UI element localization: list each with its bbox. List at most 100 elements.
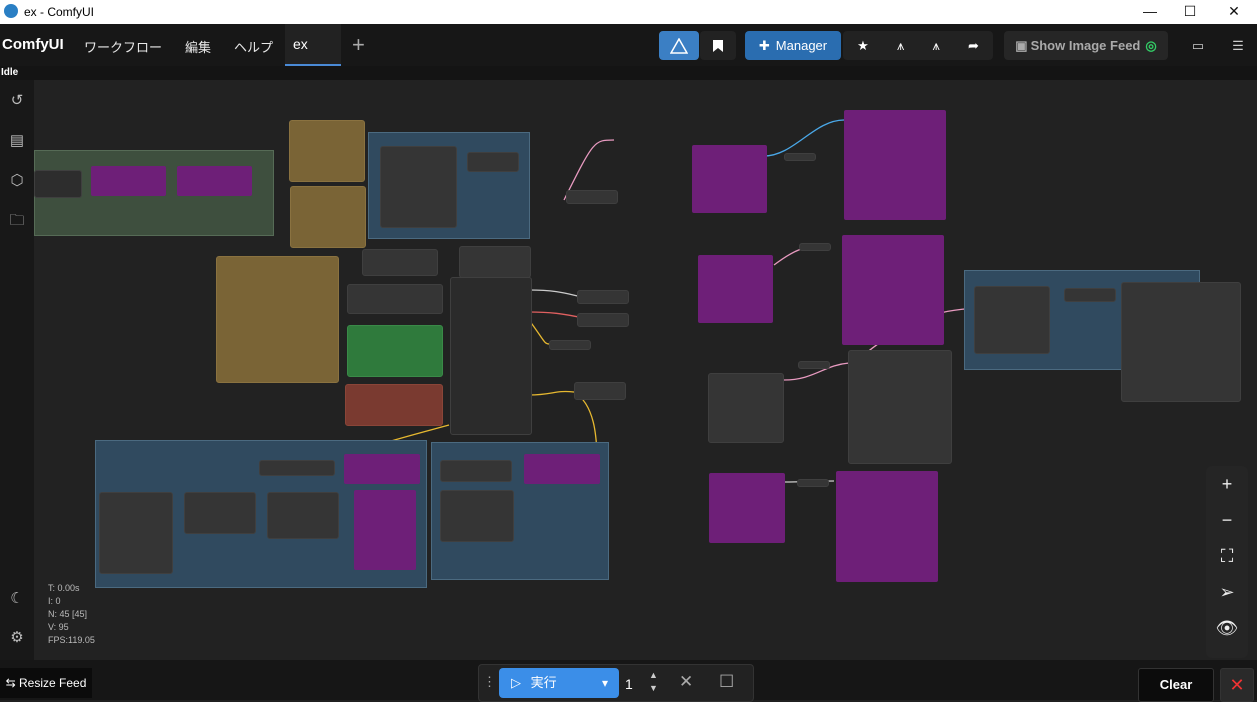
queue-count-input[interactable]: 1 [625, 676, 633, 692]
node-purple[interactable] [692, 145, 767, 213]
node[interactable] [797, 479, 829, 487]
maximize-button[interactable]: ☐ [1170, 0, 1210, 24]
bottom-bar: ⇆ Resize Feed ⋮ ▷ 実行 ▾ 1 ▲ ▼ ✕ ☐ Clear ✕ [0, 660, 1257, 702]
clear-button[interactable]: Clear [1138, 668, 1214, 702]
node[interactable] [1064, 288, 1116, 302]
add-tab-button[interactable]: + [352, 32, 365, 58]
node[interactable] [440, 460, 512, 482]
node-purple[interactable] [354, 490, 416, 570]
node[interactable] [267, 492, 339, 539]
workspace-icon-button[interactable] [659, 31, 699, 60]
menu-help[interactable]: ヘルプ [234, 37, 273, 56]
node-green[interactable] [347, 325, 443, 377]
menu-icon: ☰ [1232, 37, 1244, 53]
star-icon[interactable]: ★ [857, 38, 869, 54]
node[interactable] [1121, 282, 1241, 402]
node[interactable] [440, 490, 514, 542]
folder-icon[interactable]: 🗀 [5, 209, 29, 233]
run-options-dropdown[interactable]: ▾ [591, 668, 619, 698]
stat-vertices: V: 95 [48, 622, 69, 632]
cancel-icon[interactable]: ✕ [679, 672, 693, 692]
run-button[interactable]: ▷ 実行 [499, 668, 591, 698]
hamburger-menu-button[interactable]: ☰ [1224, 31, 1252, 60]
node[interactable] [577, 290, 629, 304]
node-purple[interactable] [709, 473, 785, 543]
node[interactable] [34, 170, 82, 198]
node[interactable] [259, 460, 335, 476]
menu-edit[interactable]: 編集 [185, 37, 211, 56]
bookmark-icon [713, 39, 723, 52]
stop-icon[interactable]: ☐ [719, 672, 734, 692]
node[interactable] [574, 382, 626, 400]
resize-icon: ⇆ [5, 676, 16, 690]
node[interactable] [566, 190, 618, 204]
share-arrow-icon[interactable]: ➦ [968, 38, 979, 54]
graph-canvas[interactable]: T: 0.00s I: 0 N: 45 [45] V: 95 FPS:119.0… [34, 80, 1257, 660]
image-feed-icon: ▣ [1015, 37, 1028, 53]
show-image-feed-button[interactable]: ▣ Show Image Feed ◎ [1004, 31, 1168, 60]
zoom-out-button[interactable]: − [1206, 502, 1248, 538]
stat-nodes: N: 45 [45] [48, 609, 88, 619]
node[interactable] [467, 152, 519, 172]
run-label: 実行 [530, 675, 557, 690]
stat-iterations: I: 0 [48, 596, 61, 606]
node[interactable] [459, 246, 531, 278]
bottom-panel-toggle[interactable]: ▭ [1184, 31, 1212, 60]
node-purple[interactable] [344, 454, 420, 484]
queue-stepper[interactable]: ▲ ▼ [649, 669, 658, 695]
minimize-button[interactable]: — [1130, 0, 1170, 24]
history-icon[interactable]: ↺ [5, 89, 29, 113]
close-window-button[interactable]: ✕ [1214, 0, 1254, 24]
comfyui-logo-icon [4, 4, 18, 18]
node[interactable] [708, 373, 784, 443]
manager-button[interactable]: ✚ Manager [745, 31, 841, 60]
resize-feed-button[interactable]: ⇆ Resize Feed [0, 668, 92, 698]
close-icon: ✕ [1229, 675, 1245, 695]
puzzle-icon: ✚ [758, 37, 770, 53]
chevron-up-icon[interactable]: ▲ [649, 669, 658, 682]
node[interactable] [784, 153, 816, 161]
model-cube-icon[interactable]: ⬡ [5, 169, 29, 193]
node[interactable] [184, 492, 256, 534]
node-purple[interactable] [842, 235, 944, 345]
node[interactable] [577, 313, 629, 327]
close-feed-button[interactable]: ✕ [1220, 668, 1254, 702]
bookmark-button[interactable] [700, 31, 736, 60]
node-purple[interactable] [844, 110, 946, 220]
theme-moon-icon[interactable]: ☾ [5, 587, 29, 611]
menu-workflow[interactable]: ワークフロー [84, 37, 162, 56]
chevron-down-icon[interactable]: ▼ [649, 682, 658, 695]
node[interactable] [99, 492, 173, 574]
fit-view-button[interactable]: ⛶ [1206, 538, 1248, 574]
node-purple[interactable] [698, 255, 773, 323]
node[interactable] [549, 340, 591, 350]
toggle-links-button[interactable]: 👁 [1206, 610, 1248, 646]
node-purple[interactable] [91, 166, 166, 196]
drag-handle-icon[interactable]: ⋮ [483, 674, 496, 690]
stat-time: T: 0.00s [48, 583, 80, 593]
node[interactable] [362, 249, 438, 276]
node-large[interactable] [450, 277, 532, 435]
manager-label: Manager [775, 38, 828, 53]
tab-ex[interactable]: ex [285, 24, 341, 66]
node[interactable] [347, 284, 443, 314]
queue-list-icon[interactable]: ▤ [5, 129, 29, 153]
node-purple[interactable] [524, 454, 600, 484]
feed-status-icon: ◎ [1145, 37, 1157, 53]
node[interactable] [974, 286, 1050, 354]
node[interactable] [799, 243, 831, 251]
note-node[interactable] [289, 120, 365, 182]
workflow-branch-icon[interactable]: ⩚ [897, 38, 904, 54]
node-purple[interactable] [836, 471, 938, 582]
node[interactable] [848, 350, 952, 464]
node[interactable] [380, 146, 457, 228]
settings-gear-icon[interactable]: ⚙ [5, 626, 29, 650]
zoom-in-button[interactable]: + [1206, 466, 1248, 502]
note-node[interactable] [216, 256, 339, 383]
select-mode-button[interactable]: ➢ [1206, 574, 1248, 610]
node-purple[interactable] [177, 166, 252, 196]
node[interactable] [798, 361, 830, 369]
note-node[interactable] [290, 186, 366, 248]
node-red[interactable] [345, 384, 443, 426]
workflow-share-icon[interactable]: ⩚ [932, 38, 939, 54]
